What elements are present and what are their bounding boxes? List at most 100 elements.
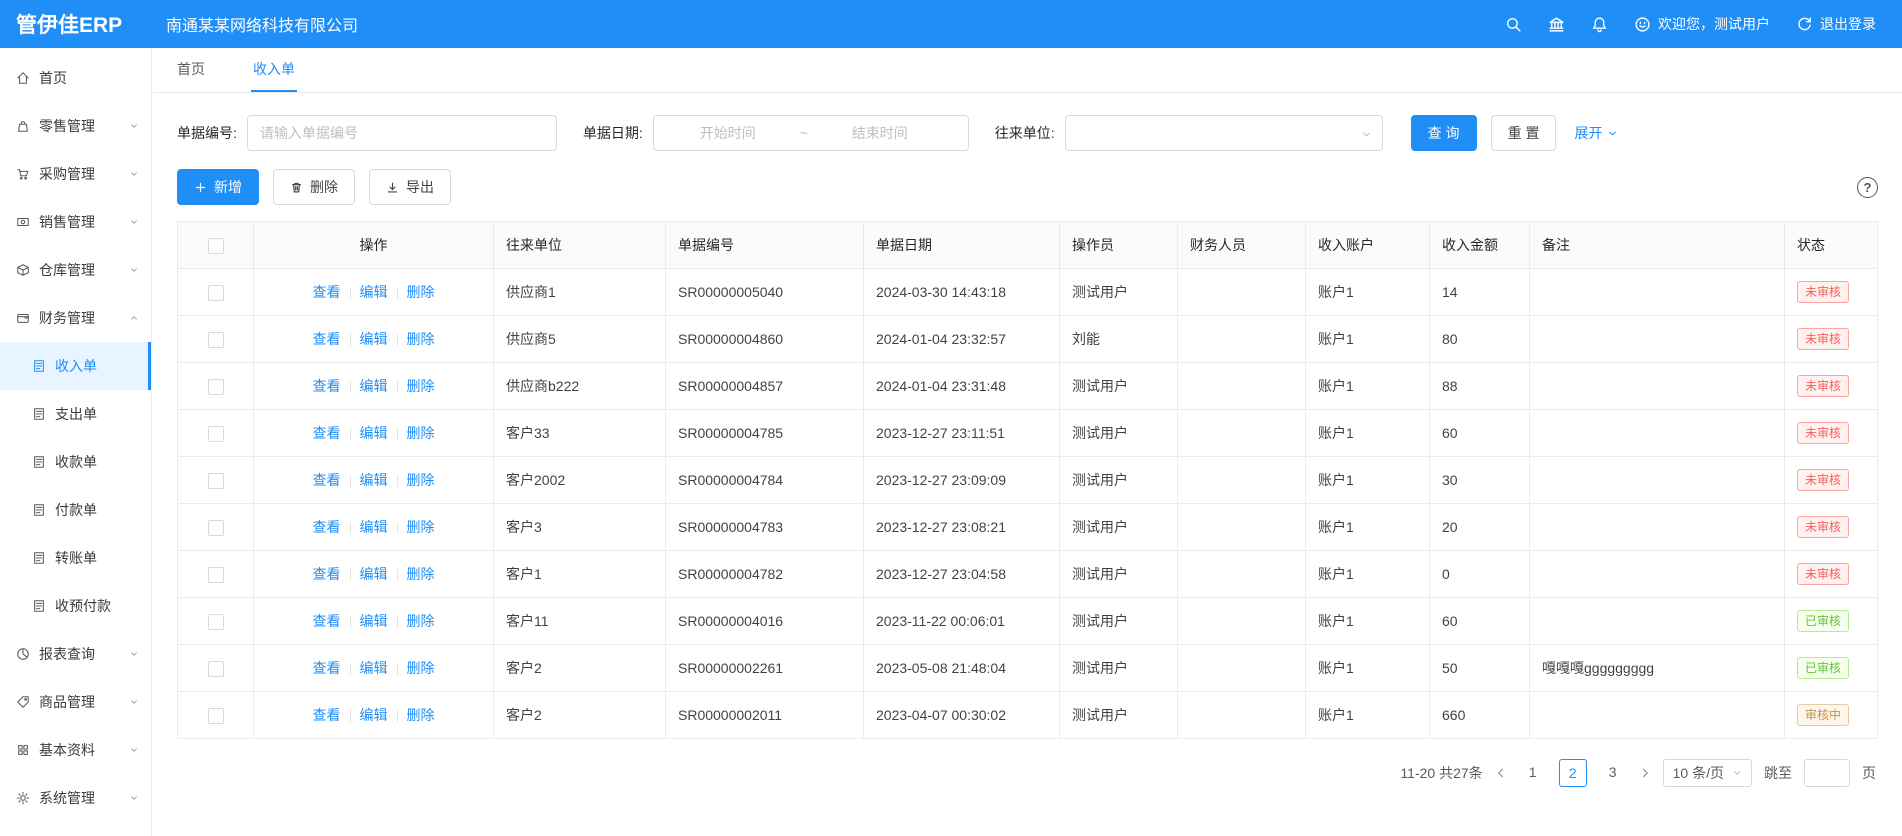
row-checkbox[interactable]: [208, 567, 224, 583]
row-checkbox[interactable]: [208, 614, 224, 630]
view-link[interactable]: 查看: [313, 566, 341, 582]
cell-finance-staff: [1178, 598, 1306, 645]
page-size-select[interactable]: 10 条/页: [1663, 759, 1752, 787]
prev-page-icon[interactable]: [1495, 767, 1507, 779]
sidebar-item-payment-receipt[interactable]: 付款单: [0, 486, 151, 534]
cell-finance-staff: [1178, 692, 1306, 739]
sidebar-item-collection-receipt[interactable]: 收款单: [0, 438, 151, 486]
cell-account: 账户1: [1306, 504, 1430, 551]
cell-doc-date: 2024-01-04 23:31:48: [864, 363, 1060, 410]
delete-link[interactable]: 删除: [407, 331, 435, 347]
sidebar-item-home[interactable]: 首页: [0, 54, 151, 102]
edit-link[interactable]: 编辑: [360, 707, 388, 723]
table-row: 查看编辑删除 客户3 SR00000004783 2023-12-27 23:0…: [178, 504, 1878, 551]
row-checkbox[interactable]: [208, 473, 224, 489]
edit-link[interactable]: 编辑: [360, 566, 388, 582]
view-link[interactable]: 查看: [313, 707, 341, 723]
sidebar-item-basic-data[interactable]: 基本资料: [0, 726, 151, 774]
delete-link[interactable]: 删除: [407, 378, 435, 394]
sidebar-item-purchase-mgmt[interactable]: 采购管理: [0, 150, 151, 198]
cell-doc-date: 2024-01-04 23:32:57: [864, 316, 1060, 363]
tab-home[interactable]: 首页: [175, 48, 207, 92]
help-icon[interactable]: ?: [1857, 177, 1878, 198]
sidebar-item-system-mgmt[interactable]: 系统管理: [0, 774, 151, 822]
sidebar-item-expense-receipt[interactable]: 支出单: [0, 390, 151, 438]
next-page-icon[interactable]: [1639, 767, 1651, 779]
edit-link[interactable]: 编辑: [360, 472, 388, 488]
delete-link[interactable]: 删除: [407, 613, 435, 629]
delete-link[interactable]: 删除: [407, 425, 435, 441]
edit-link[interactable]: 编辑: [360, 378, 388, 394]
date-start-input[interactable]: [664, 125, 792, 141]
status-badge: 未审核: [1797, 563, 1849, 585]
search-icon[interactable]: [1505, 16, 1522, 33]
delete-link[interactable]: 删除: [407, 519, 435, 535]
row-checkbox[interactable]: [208, 426, 224, 442]
edit-link[interactable]: 编辑: [360, 519, 388, 535]
unit-select[interactable]: [1065, 115, 1383, 151]
page-number-3[interactable]: 3: [1599, 759, 1627, 787]
row-checkbox[interactable]: [208, 661, 224, 677]
chevron-down-icon: [129, 697, 139, 707]
cell-amount: 20: [1430, 504, 1530, 551]
row-checkbox[interactable]: [208, 332, 224, 348]
view-link[interactable]: 查看: [313, 519, 341, 535]
logout-text: 退出登录: [1820, 14, 1876, 34]
expand-link[interactable]: 展开: [1574, 123, 1618, 143]
search-button[interactable]: 查 询: [1411, 115, 1477, 151]
export-button[interactable]: 导出: [369, 169, 451, 205]
view-link[interactable]: 查看: [313, 660, 341, 676]
delete-link[interactable]: 删除: [407, 707, 435, 723]
sidebar-item-goods-mgmt[interactable]: 商品管理: [0, 678, 151, 726]
row-checkbox[interactable]: [208, 379, 224, 395]
cell-account: 账户1: [1306, 457, 1430, 504]
bank-icon[interactable]: [1548, 16, 1565, 33]
delete-link[interactable]: 删除: [407, 566, 435, 582]
reset-button[interactable]: 重 置: [1491, 115, 1557, 151]
select-all-checkbox[interactable]: [208, 238, 224, 254]
tab-income-receipt[interactable]: 收入单: [251, 48, 297, 92]
sidebar-item-report-query[interactable]: 报表查询: [0, 630, 151, 678]
view-link[interactable]: 查看: [313, 425, 341, 441]
jump-page-input[interactable]: [1804, 759, 1850, 787]
sidebar-item-sales-mgmt[interactable]: 销售管理: [0, 198, 151, 246]
cell-remark: [1530, 692, 1785, 739]
logout-button[interactable]: 退出登录: [1796, 14, 1876, 34]
edit-link[interactable]: 编辑: [360, 284, 388, 300]
view-link[interactable]: 查看: [313, 613, 341, 629]
edit-link[interactable]: 编辑: [360, 613, 388, 629]
sidebar-item-advance-receipt[interactable]: 收预付款: [0, 582, 151, 630]
expand-link-label: 展开: [1574, 123, 1602, 143]
delete-link[interactable]: 删除: [407, 472, 435, 488]
sidebar-item-retail-mgmt[interactable]: 零售管理: [0, 102, 151, 150]
edit-link[interactable]: 编辑: [360, 660, 388, 676]
view-link[interactable]: 查看: [313, 331, 341, 347]
edit-link[interactable]: 编辑: [360, 331, 388, 347]
view-link[interactable]: 查看: [313, 472, 341, 488]
sidebar-item-transfer-receipt[interactable]: 转账单: [0, 534, 151, 582]
date-end-input[interactable]: [816, 125, 944, 141]
view-link[interactable]: 查看: [313, 284, 341, 300]
view-link[interactable]: 查看: [313, 378, 341, 394]
delete-link[interactable]: 删除: [407, 660, 435, 676]
delete-button[interactable]: 删除: [273, 169, 355, 205]
row-checkbox[interactable]: [208, 520, 224, 536]
delete-link[interactable]: 删除: [407, 284, 435, 300]
chevron-down-icon: [1607, 128, 1618, 139]
cell-unit: 客户2: [494, 692, 666, 739]
welcome-user[interactable]: 欢迎您，测试用户: [1634, 14, 1770, 34]
tag-icon: [16, 695, 30, 709]
row-checkbox[interactable]: [208, 708, 224, 724]
sidebar-item-warehouse-mgmt[interactable]: 仓库管理: [0, 246, 151, 294]
bell-icon[interactable]: [1591, 16, 1608, 33]
edit-link[interactable]: 编辑: [360, 425, 388, 441]
doc-no-input[interactable]: [247, 115, 557, 151]
chevron-down-icon: [129, 217, 139, 227]
add-button[interactable]: 新增: [177, 169, 259, 205]
date-range-picker[interactable]: ~: [653, 115, 969, 151]
sidebar-item-finance-mgmt[interactable]: 财务管理: [0, 294, 151, 342]
page-number-2-current[interactable]: 2: [1559, 759, 1587, 787]
sidebar-item-income-receipt[interactable]: 收入单: [0, 342, 151, 390]
page-number-1[interactable]: 1: [1519, 759, 1547, 787]
row-checkbox[interactable]: [208, 285, 224, 301]
